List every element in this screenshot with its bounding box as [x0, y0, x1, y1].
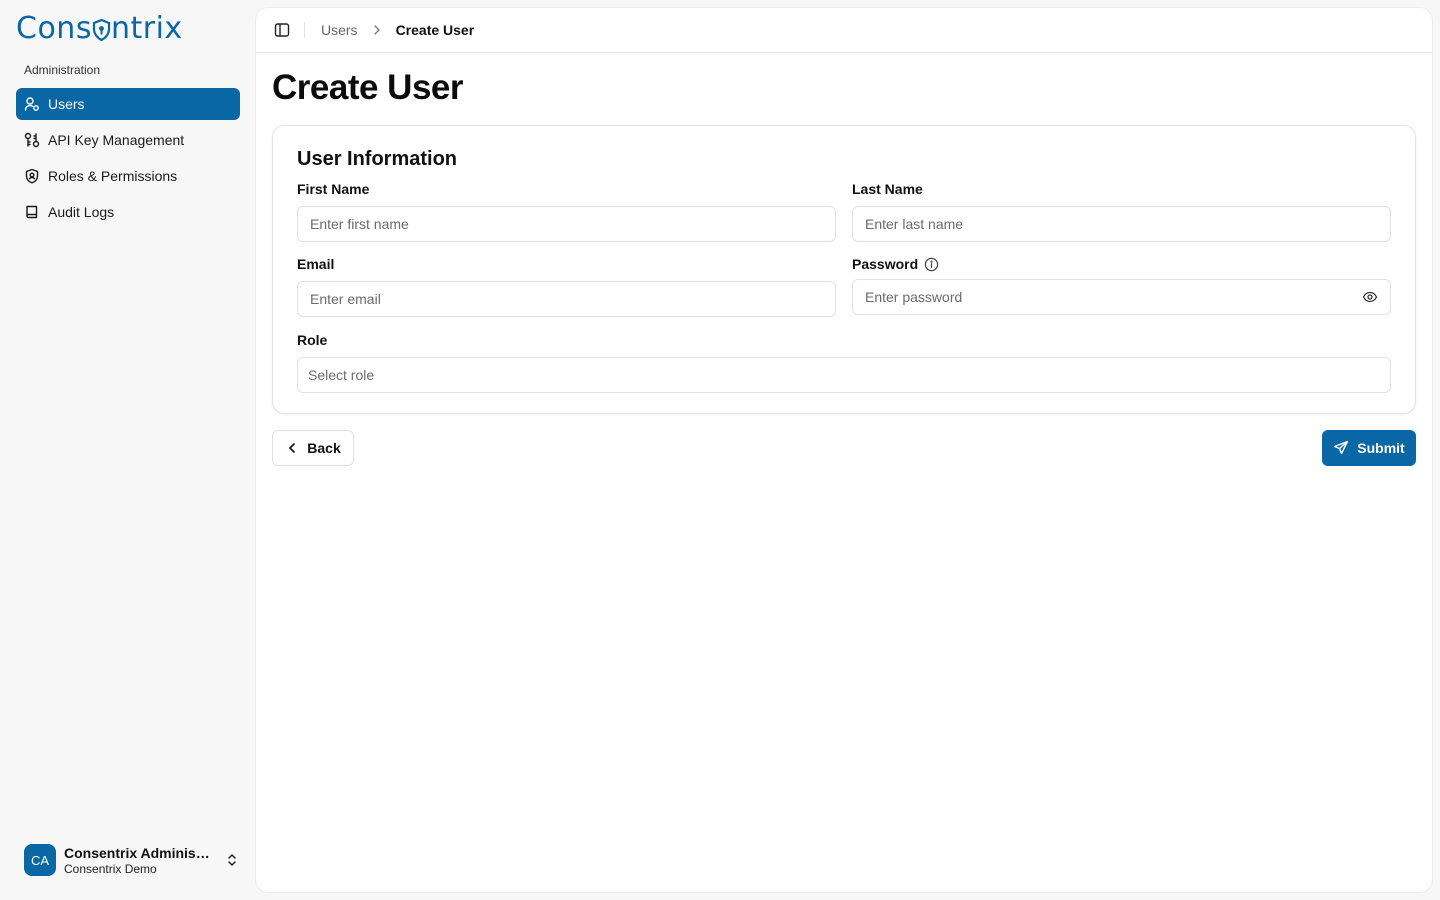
app-root: Cons ntrix Administration Users API Key M…: [0, 0, 1440, 900]
info-icon[interactable]: [924, 257, 939, 272]
sidebar: Cons ntrix Administration Users API Key M…: [0, 0, 256, 900]
email-input[interactable]: Enter email: [297, 281, 836, 317]
sidebar-toggle-button[interactable]: [274, 22, 290, 38]
back-button[interactable]: Back: [272, 430, 354, 466]
first-name-placeholder: Enter first name: [310, 216, 409, 232]
first-name-input[interactable]: Enter first name: [297, 206, 836, 242]
send-icon: [1334, 440, 1349, 455]
main-panel: Users Create User Create User User Infor…: [256, 8, 1432, 892]
chevrons-up-down-icon: [228, 854, 236, 866]
last-name-placeholder: Enter last name: [865, 216, 964, 232]
brand-logo-text: Cons ntrix: [16, 10, 183, 46]
password-input[interactable]: Enter password: [852, 279, 1391, 315]
avatar: CA: [24, 844, 56, 876]
last-name-label: Last Name: [852, 181, 923, 197]
chevron-left-icon: [289, 443, 296, 453]
logo-shield-icon: [92, 11, 111, 46]
breadcrumb: Users Create User: [321, 22, 474, 38]
topbar: Users Create User: [256, 8, 1432, 53]
key-icon: [24, 132, 40, 148]
last-name-input[interactable]: Enter last name: [852, 206, 1391, 242]
page-title: Create User: [272, 68, 464, 107]
eye-icon[interactable]: [1362, 289, 1378, 305]
role-label: Role: [297, 332, 328, 348]
first-name-field-group: First Name Enter first name: [297, 180, 836, 242]
sidebar-item-label: Roles & Permissions: [48, 168, 178, 184]
password-field-group: Password Enter password: [852, 255, 1391, 315]
card-title: User Information: [297, 148, 458, 170]
first-name-label: First Name: [297, 181, 370, 197]
submit-button[interactable]: Submit: [1322, 430, 1416, 466]
user-org: Consentrix Demo: [64, 861, 157, 876]
role-field-group: Role Select role: [297, 331, 1391, 393]
breadcrumb-current: Create User: [395, 22, 475, 38]
user-icon: [24, 97, 39, 111]
sidebar-item-label: Audit Logs: [48, 204, 115, 220]
last-name-field-group: Last Name Enter last name: [852, 180, 1391, 242]
chevron-right-icon: [373, 25, 380, 35]
user-menu[interactable]: CA Consentrix Administrator Consentrix D…: [24, 843, 240, 877]
submit-button-label: Submit: [1357, 440, 1405, 456]
user-name: Consentrix Administrator: [64, 844, 210, 861]
sidebar-item-label: API Key Management: [48, 132, 185, 148]
role-placeholder: Select role: [308, 367, 375, 383]
password-label: Password: [852, 255, 1391, 273]
password-placeholder: Enter password: [865, 289, 963, 305]
user-information-card: User Information First Name Enter first …: [272, 125, 1416, 414]
back-button-label: Back: [307, 440, 341, 456]
divider: [304, 22, 305, 38]
sidebar-item-audit-logs[interactable]: Audit Logs: [16, 196, 240, 228]
breadcrumb-users-link[interactable]: Users: [321, 22, 358, 38]
email-field-group: Email Enter email: [297, 255, 836, 317]
role-select[interactable]: Select role: [297, 357, 1391, 393]
sidebar-nav: Users API Key Management Roles & Permiss…: [16, 88, 240, 232]
book-icon: [26, 205, 38, 219]
email-label: Email: [297, 256, 335, 272]
sidebar-item-label: Users: [48, 96, 85, 112]
sidebar-item-api-keys[interactable]: API Key Management: [16, 124, 240, 156]
email-placeholder: Enter email: [310, 291, 381, 307]
user-meta: Consentrix Administrator Consentrix Demo: [64, 845, 210, 876]
shield-icon: [25, 168, 39, 184]
brand-logo[interactable]: Cons ntrix: [16, 10, 183, 46]
sidebar-item-users[interactable]: Users: [16, 88, 240, 120]
panel-left-icon: [274, 23, 290, 37]
sidebar-section-label: Administration: [24, 63, 101, 77]
sidebar-item-roles[interactable]: Roles & Permissions: [16, 160, 240, 192]
